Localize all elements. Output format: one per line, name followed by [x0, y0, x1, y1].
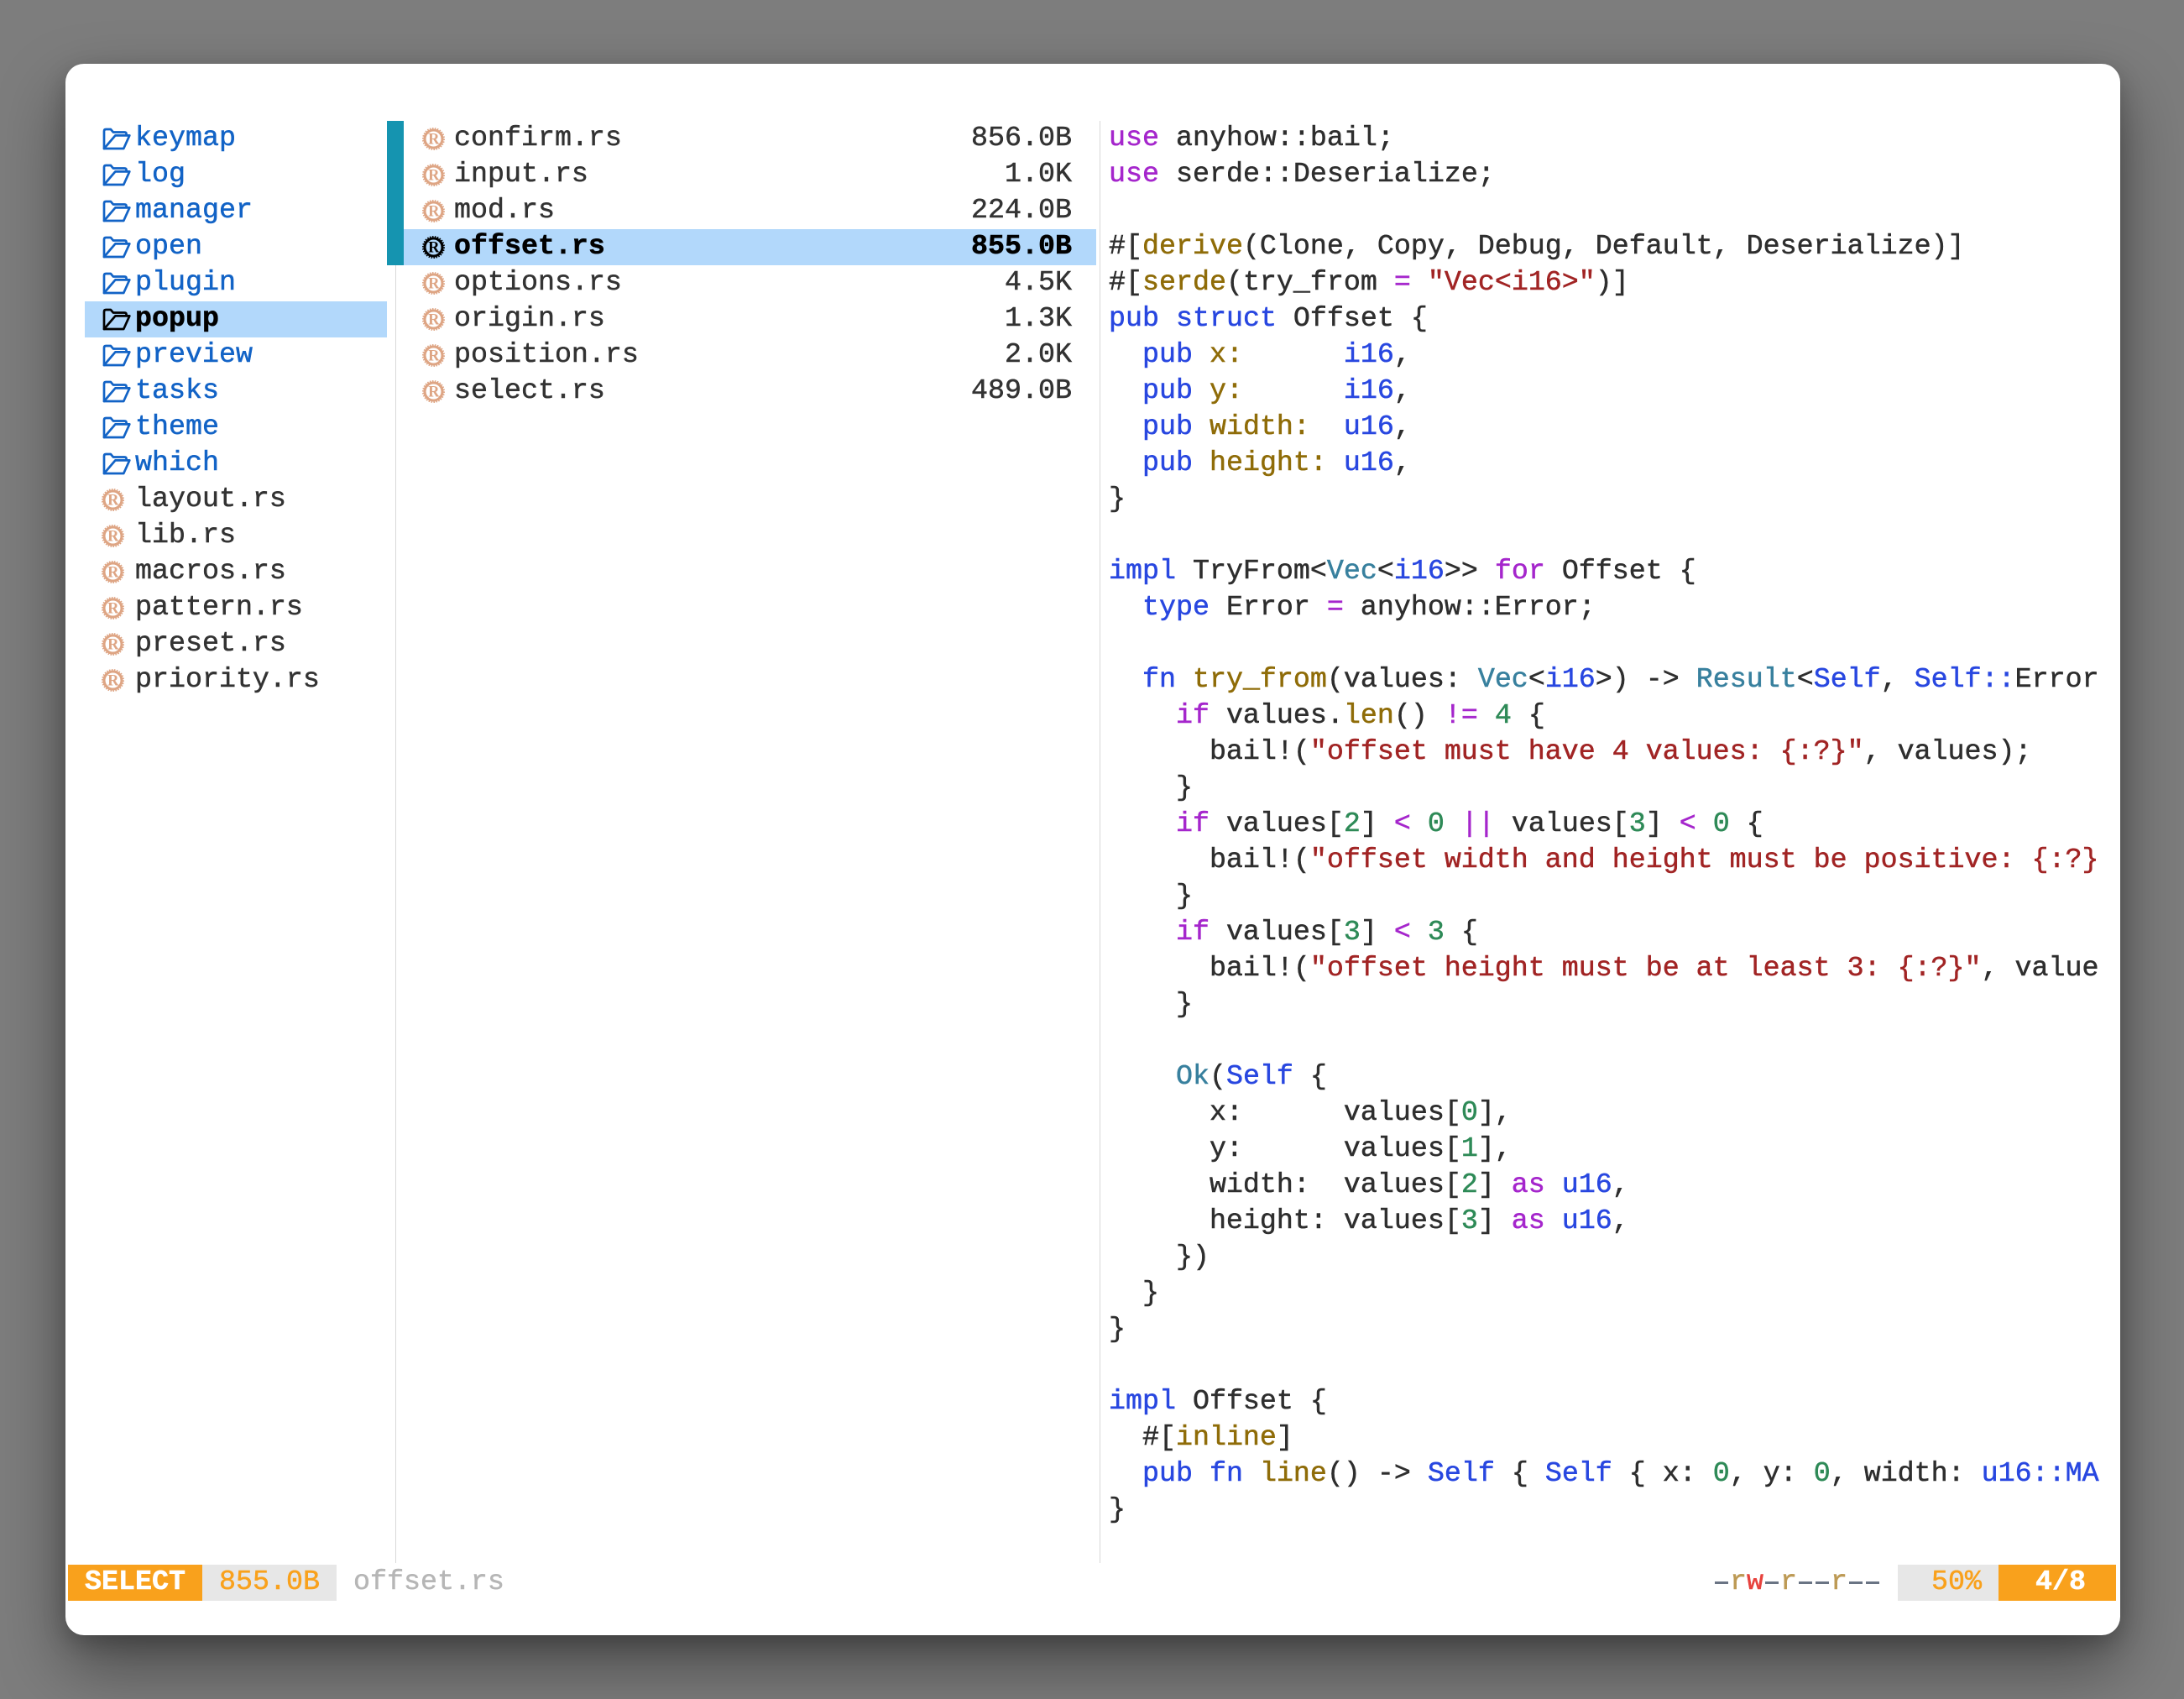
svg-text:R: R — [428, 131, 440, 148]
svg-text:R: R — [428, 348, 440, 364]
svg-text:R: R — [428, 311, 440, 328]
svg-text:R: R — [107, 672, 119, 689]
svg-text:R: R — [428, 275, 440, 292]
svg-text:R: R — [107, 600, 119, 617]
svg-text:R: R — [107, 636, 119, 653]
svg-text:R: R — [107, 528, 119, 545]
svg-text:R: R — [107, 492, 119, 509]
svg-text:R: R — [428, 239, 440, 256]
svg-text:R: R — [428, 203, 440, 220]
svg-text:R: R — [107, 564, 119, 581]
svg-text:R: R — [428, 384, 440, 400]
svg-text:R: R — [428, 167, 440, 184]
